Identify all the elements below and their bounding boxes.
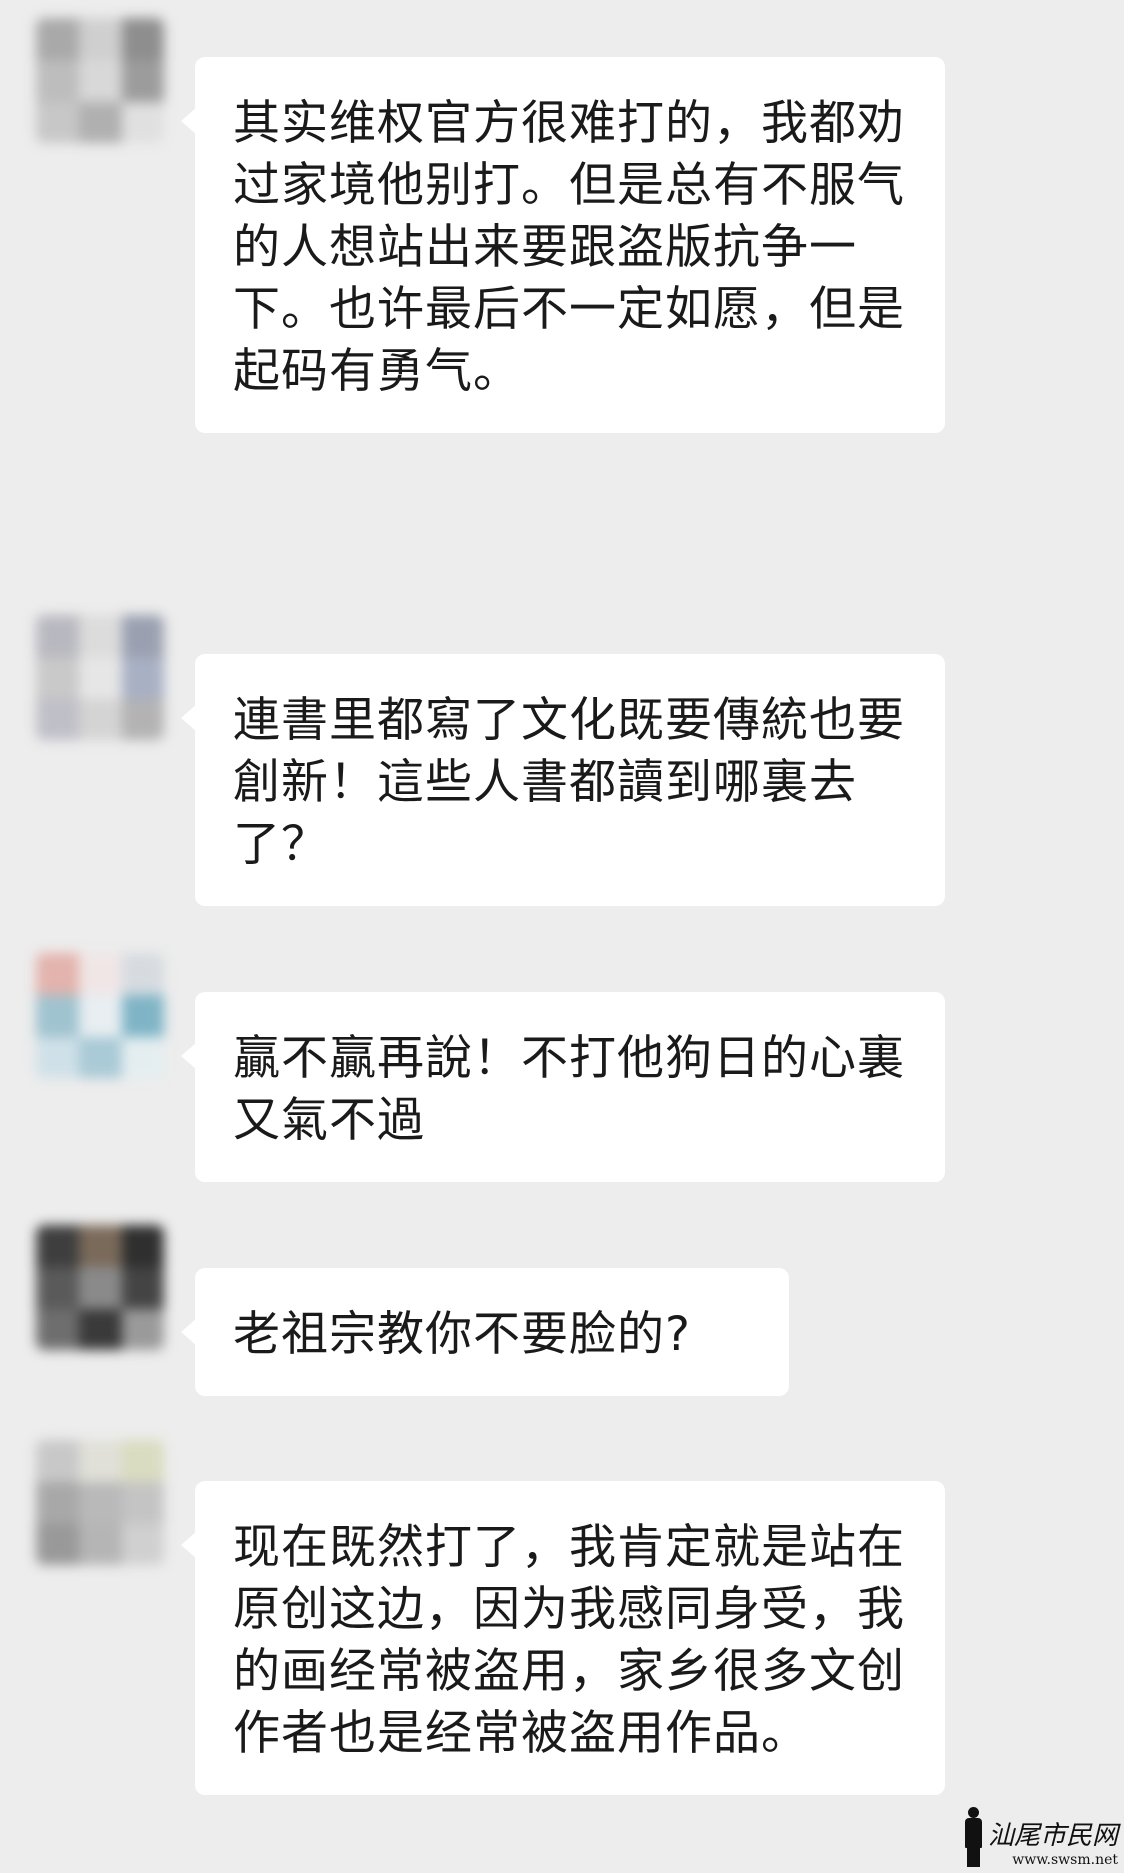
avatar-mosaic-tile [121, 1225, 164, 1268]
message-bubble: 现在既然打了，我肯定就是站在原创这边，因为我感同身受，我的画经常被盗用，家乡很多… [181, 1481, 945, 1795]
avatar-mosaic-tile [36, 994, 80, 1038]
avatar-mosaic-tile [36, 1036, 80, 1078]
avatar-mosaic-tile [36, 101, 80, 143]
avatar-mosaic-tile [78, 953, 123, 996]
avatar-mosaic-tile [78, 1225, 123, 1268]
avatar-mosaic-tile [78, 698, 123, 740]
avatar-mosaic-tile [78, 1308, 123, 1350]
avatar-mosaic-tile [36, 1440, 80, 1483]
message-bubble: 老祖宗教你不要脸的? [181, 1268, 789, 1396]
avatar-mosaic-tile [121, 615, 164, 658]
avatar-mosaic-tile [36, 615, 80, 658]
avatar-mosaic-tile [78, 101, 123, 143]
avatar-mosaic-tile [121, 994, 164, 1038]
site-watermark: 汕尾市民网 www.swsm.net [962, 1807, 1118, 1867]
avatar-mosaic-tile [36, 698, 80, 740]
avatar-mosaic-tile [121, 1308, 164, 1350]
watermark-name: 汕尾市民网 [987, 1821, 1118, 1851]
avatar-mosaic-tile [121, 1481, 164, 1525]
avatar-mosaic-tile [121, 1036, 164, 1078]
avatar-mosaic-tile [36, 59, 80, 103]
message-bubble: 贏不贏再說！不打他狗日的心裏又氣不過 [181, 992, 945, 1182]
avatar-mosaic-tile [36, 1481, 80, 1525]
avatar[interactable] [36, 18, 164, 143]
avatar-mosaic-tile [36, 656, 80, 700]
avatar[interactable] [36, 1225, 164, 1350]
avatar-mosaic-tile [121, 59, 164, 103]
person-silhouette-icon [962, 1807, 984, 1867]
avatar[interactable] [36, 1440, 164, 1565]
avatar-mosaic-tile [78, 18, 123, 61]
avatar-mosaic-tile [36, 1225, 80, 1268]
avatar-mosaic-tile [36, 1308, 80, 1350]
message-bubble: 其实维权官方很难打的，我都劝过家境他别打。但是总有不服气的人想站出来要跟盗版抗争… [181, 57, 945, 433]
avatar-mosaic-tile [78, 615, 123, 658]
avatar[interactable] [36, 953, 164, 1078]
avatar-mosaic-tile [78, 656, 123, 700]
message-bubble: 連書里都寫了文化既要傳統也要創新！這些人書都讀到哪裏去了？ [181, 654, 945, 906]
avatar-mosaic-tile [78, 1266, 123, 1310]
avatar-mosaic-tile [121, 1440, 164, 1483]
avatar-mosaic-tile [36, 1266, 80, 1310]
avatar-mosaic-tile [78, 1440, 123, 1483]
avatar-mosaic-tile [36, 953, 80, 996]
avatar-mosaic-tile [78, 59, 123, 103]
avatar-mosaic-tile [78, 1036, 123, 1078]
avatar-mosaic-tile [78, 1523, 123, 1565]
avatar-mosaic-tile [121, 18, 164, 61]
avatar-mosaic-tile [121, 698, 164, 740]
chat-area: 其实维权官方很难打的，我都劝过家境他别打。但是总有不服气的人想站出来要跟盗版抗争… [0, 0, 1124, 1873]
avatar-mosaic-tile [78, 1481, 123, 1525]
avatar-mosaic-tile [121, 953, 164, 996]
avatar-mosaic-tile [78, 994, 123, 1038]
watermark-url: www.swsm.net [1012, 1852, 1118, 1868]
avatar-mosaic-tile [121, 101, 164, 143]
avatar-mosaic-tile [36, 18, 80, 61]
avatar[interactable] [36, 615, 164, 740]
avatar-mosaic-tile [121, 1266, 164, 1310]
avatar-mosaic-tile [121, 656, 164, 700]
avatar-mosaic-tile [36, 1523, 80, 1565]
avatar-mosaic-tile [121, 1523, 164, 1565]
